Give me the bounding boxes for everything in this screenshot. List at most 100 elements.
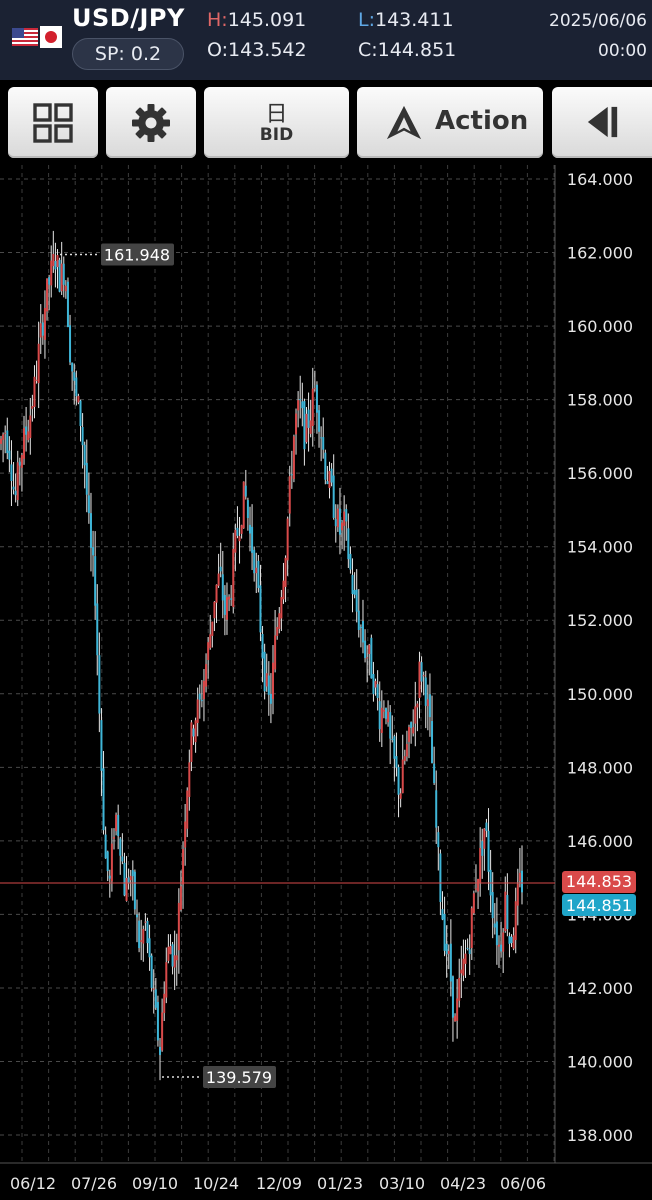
candle-body bbox=[175, 955, 178, 961]
candle-body bbox=[449, 943, 452, 982]
candle-body bbox=[263, 651, 266, 692]
candle-body bbox=[94, 556, 97, 606]
candle-body bbox=[75, 377, 78, 397]
gear-icon bbox=[132, 104, 170, 142]
candle-body bbox=[23, 428, 26, 459]
collapse-left-icon bbox=[587, 106, 618, 138]
candle-body bbox=[207, 642, 210, 660]
candle-body bbox=[217, 573, 220, 586]
candle-body bbox=[518, 872, 521, 881]
candle-body bbox=[4, 432, 7, 434]
candle-body bbox=[274, 635, 277, 670]
candle-body bbox=[280, 597, 283, 619]
candle-body bbox=[171, 944, 174, 967]
candle-body bbox=[259, 585, 262, 633]
candle-body bbox=[35, 379, 38, 381]
high-number: 145.091 bbox=[227, 9, 307, 31]
candle-body bbox=[297, 400, 300, 411]
candle-body bbox=[305, 413, 308, 443]
candle-body bbox=[414, 706, 417, 724]
candle-body bbox=[154, 989, 157, 1008]
candle-body bbox=[8, 450, 11, 460]
spread-badge: SP: 0.2 bbox=[72, 38, 184, 70]
collapse-panel-button[interactable] bbox=[552, 87, 652, 158]
candle-body bbox=[493, 923, 496, 928]
candle-body bbox=[64, 285, 67, 292]
open-number: 143.542 bbox=[228, 39, 307, 61]
candle-body bbox=[117, 814, 120, 837]
candle-body bbox=[309, 420, 312, 434]
candlestick-chart[interactable]: 164.000 162.000 160.000 158.000 156.000 154.0… bbox=[0, 165, 652, 1200]
y-tick-label: 148.000 bbox=[567, 758, 633, 777]
symbol-name[interactable]: USD/JPY bbox=[72, 4, 185, 32]
candle-body bbox=[370, 637, 373, 679]
candle-body bbox=[148, 938, 151, 958]
candle-body bbox=[328, 470, 331, 489]
candle-body bbox=[424, 677, 427, 706]
candle-body bbox=[364, 640, 367, 658]
x-tick-label: 01/23 bbox=[317, 1174, 363, 1193]
candle-body bbox=[431, 721, 434, 764]
candle-body bbox=[96, 603, 99, 656]
candle-body bbox=[202, 680, 205, 699]
candle-body bbox=[46, 278, 49, 312]
y-tick-label: 158.000 bbox=[567, 391, 633, 410]
candle-body bbox=[284, 557, 287, 587]
candle-body bbox=[355, 589, 358, 612]
candle-body bbox=[512, 935, 515, 949]
candle-body bbox=[177, 902, 180, 951]
candle-body bbox=[491, 892, 494, 919]
candle-body bbox=[225, 597, 228, 620]
candle-body bbox=[62, 263, 65, 285]
candle-body bbox=[115, 814, 118, 832]
candle-body bbox=[485, 822, 488, 831]
candle-body bbox=[190, 722, 193, 762]
candle-body bbox=[353, 589, 356, 595]
candle-body bbox=[142, 929, 145, 944]
candle-body bbox=[410, 722, 413, 729]
candle-body bbox=[200, 700, 203, 702]
candle-body bbox=[466, 947, 469, 949]
period-price-button[interactable]: 日 BID bbox=[204, 87, 349, 158]
candle-body bbox=[140, 940, 143, 942]
candle-body bbox=[20, 454, 23, 468]
candle-body bbox=[223, 595, 226, 615]
candle-body bbox=[138, 920, 141, 949]
candle-body bbox=[121, 856, 124, 862]
candle-body bbox=[272, 662, 275, 699]
candle-body bbox=[470, 908, 473, 949]
bar-time: 00:00 bbox=[598, 41, 647, 61]
min-marker-label: 139.579 bbox=[206, 1068, 272, 1087]
candle-body bbox=[301, 401, 304, 409]
candle-body bbox=[71, 362, 74, 372]
x-tick-label: 06/06 bbox=[500, 1174, 546, 1193]
y-tick-label: 152.000 bbox=[567, 611, 633, 630]
candle-body bbox=[464, 953, 467, 964]
candle-body bbox=[73, 372, 76, 381]
y-tick-label: 164.000 bbox=[567, 170, 633, 189]
candle-body bbox=[495, 921, 498, 946]
candle-body bbox=[179, 886, 182, 910]
low-number: 143.411 bbox=[375, 9, 454, 31]
bid-price-label: 144.851 bbox=[566, 896, 632, 915]
y-tick-label: 162.000 bbox=[567, 244, 633, 263]
y-tick-label: 154.000 bbox=[567, 538, 633, 557]
candle-body bbox=[451, 976, 454, 1018]
candle-body bbox=[31, 406, 34, 409]
ask-price-label: 144.853 bbox=[566, 872, 632, 891]
action-button[interactable]: Action bbox=[357, 87, 543, 158]
candle-body bbox=[167, 946, 170, 961]
candle-body bbox=[37, 343, 40, 384]
candle-body bbox=[332, 475, 335, 518]
candle-body bbox=[422, 675, 425, 677]
candle-body bbox=[236, 527, 239, 536]
candle-body bbox=[104, 834, 107, 859]
settings-button[interactable] bbox=[106, 87, 196, 158]
candle-body bbox=[506, 894, 509, 930]
candle-body bbox=[102, 768, 105, 831]
candle-body bbox=[443, 913, 446, 951]
layout-button[interactable] bbox=[8, 87, 98, 158]
candle-body bbox=[437, 832, 440, 848]
candle-body bbox=[472, 893, 475, 914]
open-key: O: bbox=[207, 39, 229, 61]
